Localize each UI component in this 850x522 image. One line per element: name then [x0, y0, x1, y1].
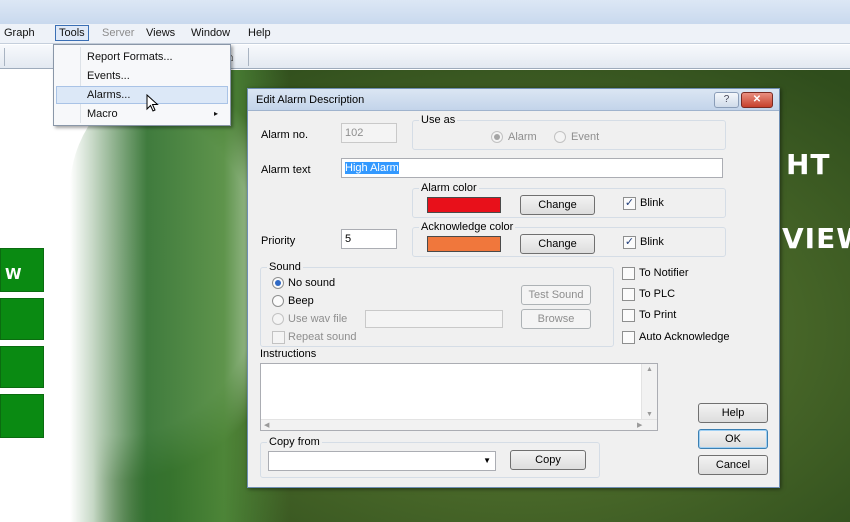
cancel-button[interactable]: Cancel — [698, 455, 768, 475]
menu-item-report-formats[interactable]: Report Formats... — [56, 48, 228, 66]
help-button[interactable]: Help — [698, 403, 768, 423]
beep-radio[interactable] — [272, 295, 284, 307]
submenu-arrow-icon: ▸ — [213, 109, 218, 118]
menu-item-events[interactable]: Events... — [56, 67, 228, 85]
chevron-down-icon[interactable]: ▼ — [483, 456, 491, 465]
dialog-title-bar[interactable]: Edit Alarm Description ? ✕ — [248, 89, 779, 111]
window-title-strip — [0, 0, 850, 24]
menu-window[interactable]: Window — [191, 27, 230, 39]
use-as-alarm-label: Alarm — [508, 131, 537, 143]
mouse-cursor-icon — [146, 94, 159, 112]
copy-from-select[interactable]: ▼ — [268, 451, 496, 471]
no-sound-label: No sound — [288, 277, 336, 289]
side-nav-button[interactable]: W — [0, 248, 44, 292]
acknowledge-color-group-title: Acknowledge color — [419, 221, 516, 233]
alarm-color-group: Alarm color Change ✓ Blink — [412, 182, 726, 218]
menu-item-label: Alarms... — [87, 89, 131, 101]
alarm-blink-label: Blink — [640, 197, 664, 209]
to-notifier-label: To Notifier — [639, 267, 689, 279]
menu-item-label: Events... — [87, 70, 130, 82]
beep-label: Beep — [288, 295, 314, 307]
menu-item-label: Report Formats... — [87, 51, 173, 63]
background-word: HT — [786, 148, 831, 181]
alarm-text-label: Alarm text — [261, 164, 311, 176]
to-notifier-checkbox[interactable] — [622, 267, 635, 280]
menu-graph[interactable]: Graph — [4, 27, 35, 39]
priority-label: Priority — [261, 235, 296, 247]
alarm-color-swatch — [427, 197, 501, 213]
auto-acknowledge-label: Auto Acknowledge — [639, 331, 730, 343]
browse-button[interactable]: Browse — [521, 309, 591, 329]
background-word: VIEW — [782, 222, 850, 255]
use-as-event-label: Event — [571, 131, 600, 143]
toolbar-separator — [248, 48, 249, 66]
side-nav-button[interactable] — [0, 394, 44, 438]
toolbar-separator — [4, 48, 5, 66]
to-plc-checkbox[interactable] — [622, 288, 635, 301]
no-sound-radio[interactable] — [272, 277, 284, 289]
acknowledge-color-group: Acknowledge color Change ✓ Blink — [412, 221, 726, 257]
alarm-no-field: 102 — [341, 123, 397, 143]
scroll-down-icon[interactable]: ▼ — [646, 411, 653, 418]
sound-group-title: Sound — [267, 261, 303, 273]
tools-dropdown-menu: Report Formats... Events... Alarms... Ma… — [53, 44, 231, 126]
alarm-blink-checkbox[interactable]: ✓ — [623, 197, 636, 210]
use-wav-file-radio[interactable] — [272, 313, 284, 325]
instructions-label: Instructions — [260, 348, 317, 360]
context-help-button[interactable]: ? — [714, 92, 739, 108]
alarm-text-value: High Alarm — [345, 162, 399, 174]
wav-file-field — [365, 310, 503, 328]
alarm-no-label: Alarm no. — [261, 129, 309, 141]
alarm-text-field[interactable]: High Alarm — [341, 158, 723, 178]
to-print-checkbox[interactable] — [622, 309, 635, 322]
ok-button[interactable]: OK — [698, 429, 768, 449]
dialog-title: Edit Alarm Description — [256, 94, 365, 106]
side-nav-button[interactable] — [0, 346, 44, 388]
use-as-alarm-radio[interactable] — [491, 131, 503, 143]
menu-views[interactable]: Views — [146, 27, 175, 39]
horizontal-scrollbar[interactable]: ◀ ▶ — [261, 419, 657, 430]
edit-alarm-dialog: Edit Alarm Description ? ✕ Alarm no. 102… — [247, 88, 780, 488]
copy-button[interactable]: Copy — [510, 450, 586, 470]
menu-tools[interactable]: Tools — [55, 25, 89, 41]
auto-acknowledge-checkbox[interactable] — [622, 331, 635, 344]
use-as-event-radio[interactable] — [554, 131, 566, 143]
menu-server[interactable]: Server — [102, 27, 134, 39]
menu-item-alarms[interactable]: Alarms... — [56, 86, 228, 104]
scroll-right-icon[interactable]: ▶ — [637, 421, 642, 429]
test-sound-button[interactable]: Test Sound — [521, 285, 591, 305]
acknowledge-blink-checkbox[interactable]: ✓ — [623, 236, 636, 249]
close-button[interactable]: ✕ — [741, 92, 773, 108]
menu-item-macro[interactable]: Macro ▸ — [56, 105, 228, 123]
menu-item-label: Macro — [87, 108, 118, 120]
repeat-sound-checkbox[interactable] — [272, 331, 285, 344]
priority-field[interactable]: 5 — [341, 229, 397, 249]
side-nav-label: W — [5, 265, 22, 283]
to-print-label: To Print — [639, 309, 677, 321]
use-as-group: Use as Alarm Event — [412, 114, 726, 150]
use-as-group-title: Use as — [419, 114, 458, 126]
alarm-color-group-title: Alarm color — [419, 182, 479, 194]
acknowledge-color-swatch — [427, 236, 501, 252]
acknowledge-blink-label: Blink — [640, 236, 664, 248]
instructions-textarea[interactable]: ▲ ▼ ◀ ▶ — [260, 363, 658, 431]
alarm-color-change-button[interactable]: Change — [520, 195, 595, 215]
copy-from-group-title: Copy from — [267, 436, 322, 448]
acknowledge-color-change-button[interactable]: Change — [520, 234, 595, 254]
to-plc-label: To PLC — [639, 288, 676, 300]
scroll-left-icon[interactable]: ◀ — [264, 421, 269, 429]
menu-help[interactable]: Help — [248, 27, 271, 39]
repeat-sound-label: Repeat sound — [288, 331, 357, 343]
vertical-scrollbar[interactable]: ▲ ▼ — [641, 364, 657, 420]
menu-bar: Graph Tools Server Views Window Help — [0, 24, 850, 44]
sound-group: Sound No sound Beep Use wav file Repeat … — [260, 261, 614, 347]
scroll-up-icon[interactable]: ▲ — [646, 366, 653, 373]
side-nav-button[interactable] — [0, 298, 44, 340]
use-wav-file-label: Use wav file — [288, 313, 348, 325]
